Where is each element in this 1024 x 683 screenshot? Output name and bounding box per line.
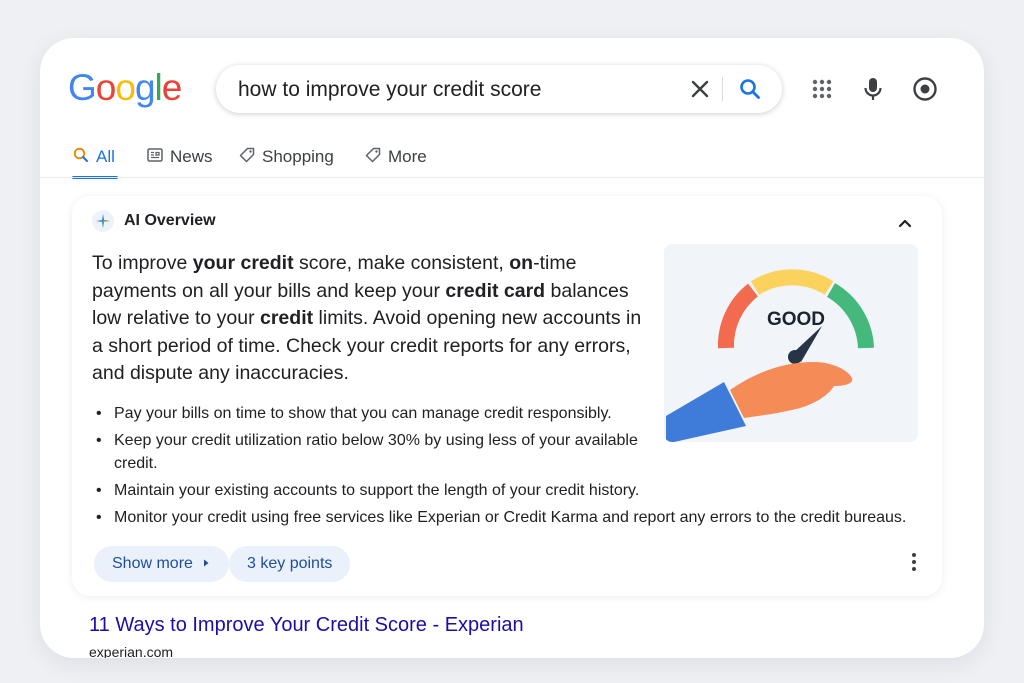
google-logo[interactable]: Google	[68, 66, 183, 110]
logo-letter: g	[134, 67, 156, 108]
tab-label: More	[388, 147, 427, 166]
tab-label: All	[96, 147, 115, 166]
show-more-button[interactable]: Show more	[94, 546, 229, 582]
ai-overview-title: AI Overview	[124, 212, 216, 229]
tab-shopping[interactable]: Shopping	[238, 142, 334, 172]
list-item: Keep your credit utilization ratio below…	[94, 429, 934, 475]
apps-grid-icon[interactable]	[808, 75, 836, 103]
ai-overview-bullets: Pay your bills on time to show that you …	[94, 402, 934, 533]
logo-letter: o	[95, 67, 117, 108]
key-points-label: 3 key points	[247, 555, 333, 572]
microphone-icon[interactable]	[859, 75, 887, 103]
more-vert-icon[interactable]	[902, 550, 926, 574]
tab-label: News	[170, 147, 213, 166]
news-icon	[146, 146, 164, 169]
list-item: Monitor your credit using free services …	[94, 506, 934, 529]
logo-letter: G	[68, 67, 97, 108]
show-more-label: Show more	[112, 555, 193, 572]
result-url: experian.com	[89, 644, 174, 658]
ai-overview-panel: AI Overview To improve your credit score…	[72, 196, 942, 596]
list-item: Maintain your existing accounts to suppo…	[94, 479, 934, 502]
search-page: Google how to improve your credit score	[40, 38, 984, 658]
logo-letter: e	[161, 67, 183, 108]
key-points-button[interactable]: 3 key points	[229, 546, 351, 582]
tabs-divider	[40, 177, 984, 178]
search-box[interactable]: how to improve your credit score	[216, 65, 782, 113]
summary-text: To improve	[92, 252, 193, 274]
tab-label: Shopping	[262, 147, 334, 166]
list-item: Pay your bills on time to show that you …	[94, 402, 934, 425]
summary-bold-text: on	[509, 252, 534, 274]
tab-news[interactable]: News	[146, 142, 213, 172]
summary-text: score, make consistent,	[293, 252, 510, 274]
result-title-link[interactable]: 11 Ways to Improve Your Credit Score - E…	[89, 614, 524, 637]
tag-icon	[364, 146, 382, 169]
chevron-up-icon[interactable]	[894, 212, 916, 234]
summary-bold-text: your credit	[192, 252, 294, 274]
gauge-label: GOOD	[767, 309, 825, 330]
tab-all[interactable]: All	[72, 142, 118, 179]
close-icon[interactable]	[686, 75, 714, 103]
logo-letter: l	[154, 67, 163, 108]
summary-bold-text: credit card	[445, 279, 546, 302]
ai-overview-summary: To improve your credit score, make consi…	[92, 250, 652, 388]
logo-letter: o	[115, 67, 136, 108]
tag-icon	[238, 146, 256, 169]
search-icon	[72, 146, 90, 169]
lens-icon[interactable]	[911, 75, 939, 103]
ai-overview-header[interactable]: AI Overview	[92, 210, 216, 232]
summary-bold-text: credit	[260, 307, 314, 329]
search-input[interactable]: how to improve your credit score	[238, 78, 541, 102]
search-divider	[722, 77, 723, 101]
sparkle-icon	[92, 210, 114, 232]
search-icon[interactable]	[736, 75, 764, 103]
caret-right-icon	[201, 555, 211, 573]
tab-more[interactable]: More	[364, 142, 427, 172]
